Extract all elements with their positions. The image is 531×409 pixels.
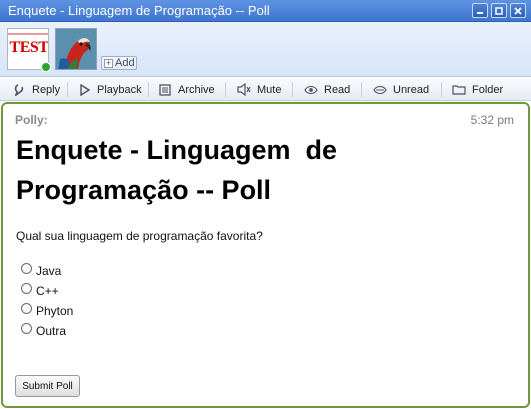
read-label: Read [324, 83, 351, 96]
option-label: Phyton [36, 304, 74, 318]
radio-button[interactable] [21, 322, 32, 334]
radio-button[interactable] [21, 302, 32, 314]
toolbar-divider [361, 82, 362, 97]
toolbar-divider [148, 82, 149, 97]
archive-icon [158, 83, 172, 97]
submit-poll-button[interactable]: Submit Poll [15, 375, 80, 397]
toolbar-divider [67, 82, 68, 97]
play-icon [77, 83, 91, 97]
add-label: Add [115, 57, 135, 69]
mute-label: Mute [257, 83, 282, 96]
close-icon [514, 6, 522, 15]
archive-label: Archive [178, 83, 215, 96]
toolbar-divider [225, 82, 226, 97]
unread-icon [373, 83, 387, 97]
poll-question: Qual sua linguagem de programação favori… [16, 229, 263, 243]
archive-button[interactable]: Archive [158, 78, 215, 101]
folder-button[interactable]: Folder [452, 78, 503, 101]
maximize-icon [495, 6, 503, 15]
folder-label: Folder [472, 83, 504, 96]
poll-title: Enquete - Linguagem de Programação -- Po… [16, 135, 345, 205]
add-participant-button[interactable]: + Add [101, 56, 137, 70]
playback-button[interactable]: Playback [77, 78, 142, 101]
online-status-icon [41, 62, 51, 72]
mute-icon [237, 83, 251, 97]
unread-label: Unread [393, 83, 430, 96]
close-button[interactable] [510, 3, 526, 18]
mute-button[interactable]: Mute [237, 78, 281, 101]
unread-button[interactable]: Unread [373, 78, 429, 101]
eye-icon [304, 83, 318, 97]
option-label: C++ [36, 284, 59, 298]
avatar-parrot[interactable] [55, 28, 97, 70]
window-title: Enquete - Linguagem de Programação -- Po… [8, 3, 270, 18]
option-label: Java [36, 264, 62, 278]
toolbar-divider [292, 82, 293, 97]
parrot-icon [56, 29, 96, 69]
poll-option-phyton[interactable]: Phyton [21, 301, 73, 321]
toolbar-divider [441, 82, 442, 97]
option-label: Outra [36, 324, 67, 338]
poll-option-cpp[interactable]: C++ [21, 281, 73, 301]
radio-button[interactable] [21, 282, 32, 294]
poll-option-outra[interactable]: Outra [21, 321, 73, 341]
folder-icon [452, 83, 466, 97]
reply-label: Reply [32, 83, 61, 96]
playback-label: Playback [97, 83, 142, 96]
message-panel: Polly: 5:32 pm Enquete - Linguagem de Pr… [1, 102, 530, 408]
participants-bar: TEST + Add [0, 22, 531, 77]
avatar-decoration [8, 33, 48, 35]
reply-icon [12, 83, 26, 97]
sender-name: Polly: [15, 113, 48, 127]
message-time: 5:32 pm [470, 113, 514, 127]
poll-options: Java C++ Phyton Outra [21, 261, 73, 341]
plus-icon: + [104, 57, 113, 68]
reply-button[interactable]: Reply [12, 78, 60, 101]
poll-option-java[interactable]: Java [21, 261, 73, 281]
avatar-label: TEST [9, 39, 49, 56]
title-bar: Enquete - Linguagem de Programação -- Po… [0, 0, 531, 22]
toolbar: Reply Playback Archive Mute Read Unread [0, 78, 531, 101]
minimize-button[interactable] [472, 3, 488, 18]
read-button[interactable]: Read [304, 78, 350, 101]
maximize-button[interactable] [491, 3, 507, 18]
minimize-icon [477, 11, 483, 14]
radio-button[interactable] [21, 262, 32, 274]
